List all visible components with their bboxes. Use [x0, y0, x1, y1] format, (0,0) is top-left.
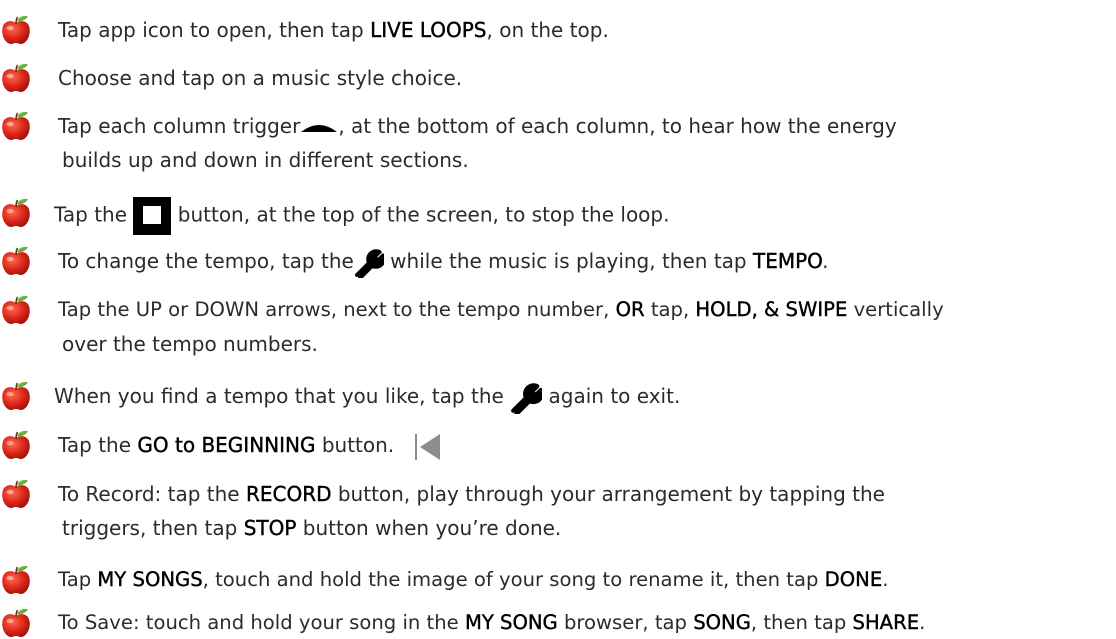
apple-icon: [0, 608, 32, 638]
step-text: Tap the button, at the top of the screen…: [54, 197, 669, 235]
apple-icon: [0, 381, 32, 411]
step-text-continued: builds up and down in different sections…: [62, 148, 469, 172]
step-text: To Save: touch and hold your song in the…: [58, 611, 926, 634]
stop-square-icon: [133, 197, 172, 235]
apple-icon: [0, 479, 32, 509]
step-text: Tap the GO to BEGINNING button.: [58, 429, 443, 462]
apple-icon: [0, 430, 32, 460]
step-text: Tap MY SONGS, touch and hold the image o…: [58, 568, 889, 591]
step-text: To Record: tap the RECORD button, play t…: [58, 482, 885, 506]
step-text: To change the tempo, tap the while the m…: [58, 245, 828, 278]
step-text: Tap the UP or DOWN arrows, next to the t…: [58, 298, 944, 321]
step-text: When you find a tempo that you like, tap…: [54, 380, 680, 414]
step-text-continued: over the tempo numbers.: [62, 332, 318, 356]
column-trigger-icon: [301, 124, 338, 132]
apple-icon: [0, 111, 32, 141]
apple-icon: [0, 198, 32, 228]
apple-icon: [0, 565, 32, 595]
apple-icon: [0, 246, 32, 276]
step-text: Choose and tap on a music style choice.: [58, 66, 463, 90]
apple-icon: [0, 63, 32, 93]
apple-icon: [0, 295, 32, 325]
step-text: Tap each column trigger, at the bottom o…: [58, 114, 897, 138]
apple-icon: [0, 15, 32, 45]
step-text-continued: triggers, then tap STOP button when you’…: [62, 516, 562, 540]
step-text: Tap app icon to open, then tap LIVE LOOP…: [58, 18, 609, 42]
go-to-beginning-icon: [415, 433, 441, 460]
instruction-list: Tap app icon to open, then tap LIVE LOOP…: [0, 0, 1116, 639]
wrench-icon: [511, 382, 543, 414]
wrench-icon: [354, 248, 384, 278]
